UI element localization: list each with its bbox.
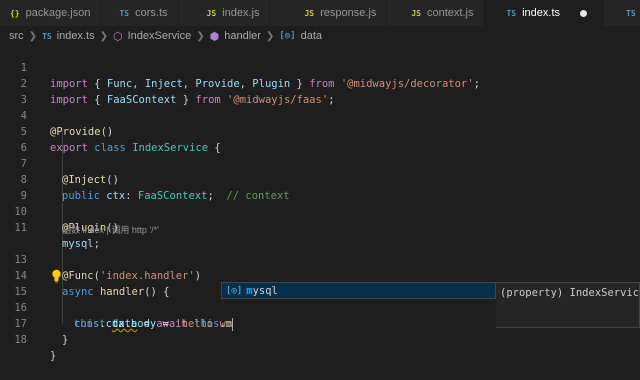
class-icon: ⬡ xyxy=(113,30,123,43)
code-line: 14 async handler() { xyxy=(0,252,640,298)
property-icon: [◎] xyxy=(226,285,243,296)
tab-index-ts[interactable]: TS index.ts xyxy=(484,0,605,26)
tab-label: cors.ts xyxy=(135,7,168,19)
typescript-file-icon: TS xyxy=(42,31,52,41)
breadcrumb: src ❯ TS index.ts ❯ ⬡ IndexService ❯ ⬢ h… xyxy=(0,27,640,45)
tab-label: index.js xyxy=(222,7,260,19)
code-line: 9 xyxy=(0,172,640,202)
chevron-right-icon: ❯ xyxy=(265,30,275,42)
tab-cors-ts[interactable]: TS cors.ts xyxy=(101,0,179,26)
tab-label: package.json xyxy=(25,7,91,19)
editor-tab-bar: {} package.json TS cors.ts JS index.js J… xyxy=(0,0,640,26)
typescript-file-icon: TS xyxy=(506,8,517,18)
code-line: 6 xyxy=(0,124,640,154)
suggestion-label: mysql xyxy=(246,284,278,297)
lightbulb-icon[interactable] xyxy=(51,269,62,283)
tab-context-js[interactable]: JS context.js xyxy=(387,0,485,26)
breadcrumb-method[interactable]: handler xyxy=(224,30,261,42)
code-line: 11 mysql; xyxy=(0,204,640,250)
tab-label: index.ts xyxy=(522,7,561,19)
tab-index-js[interactable]: JS index.js xyxy=(179,0,271,26)
breadcrumb-file[interactable]: index.ts xyxy=(57,30,95,42)
code-line: 8 public ctx: FaaSContext; // context xyxy=(0,156,640,202)
code-line: 3 xyxy=(0,76,640,106)
code-line: 2 import { FaaSContext } from '@midwayjs… xyxy=(0,60,640,106)
code-line: 10 @Plugin() xyxy=(0,188,640,234)
breadcrumb-class[interactable]: IndexService xyxy=(128,30,192,42)
tab-label: context.js xyxy=(427,7,474,19)
typescript-file-icon: TS xyxy=(626,8,636,18)
code-line: 7 @Inject() xyxy=(0,140,640,186)
tab-co[interactable]: TS co xyxy=(604,0,640,26)
suggestion-detail: (property) IndexService.mysql xyxy=(496,282,640,328)
tab-response-js[interactable]: JS response.js xyxy=(270,0,388,26)
tab-label: response.js xyxy=(320,7,377,19)
breadcrumb-variable[interactable]: data xyxy=(301,30,322,42)
code-line: 1 import { Func, Inject, Provide, Plugin… xyxy=(0,44,640,90)
breadcrumb-folder[interactable]: src xyxy=(9,30,24,42)
typescript-file-icon: TS xyxy=(119,8,130,18)
line-number: 18 xyxy=(14,334,27,346)
chevron-right-icon: ❯ xyxy=(99,30,109,42)
variable-icon: [◎] xyxy=(279,31,296,41)
javascript-file-icon: JS xyxy=(206,8,217,18)
method-cube-icon: ⬢ xyxy=(209,30,220,43)
json-file-icon: {} xyxy=(10,8,20,18)
chevron-right-icon: ❯ xyxy=(28,30,38,42)
unsaved-dot-icon[interactable] xyxy=(580,9,588,17)
line-number: 11 xyxy=(14,222,27,234)
code-line: 4 @Provide() xyxy=(0,92,640,138)
chevron-right-icon: ❯ xyxy=(196,30,205,42)
code-line: 13 @Func('index.handler') xyxy=(0,236,640,282)
code-line: 5 export class IndexService { xyxy=(0,108,640,154)
suggestion-item-mysql[interactable]: [◎] mysql xyxy=(222,283,495,298)
javascript-file-icon: JS xyxy=(304,8,315,18)
suggest-widget: [◎] mysql xyxy=(221,282,496,299)
tab-package-json[interactable]: {} package.json xyxy=(0,0,102,26)
javascript-file-icon: JS xyxy=(411,8,421,18)
